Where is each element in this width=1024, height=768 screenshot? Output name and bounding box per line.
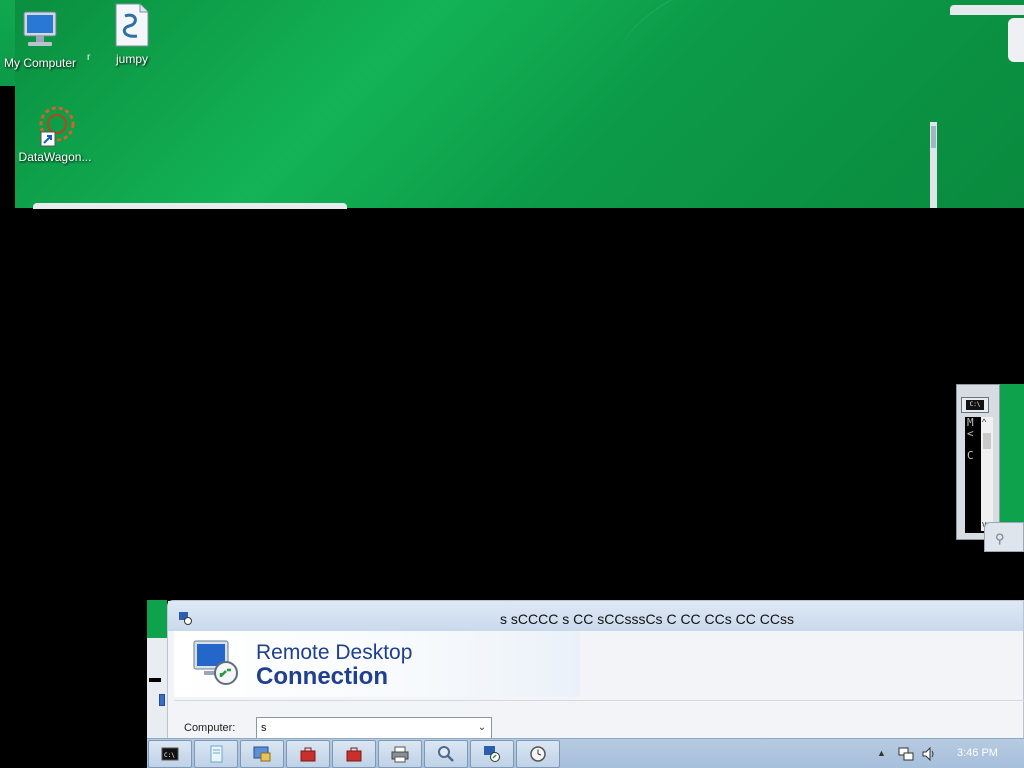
desktop-icon-label: DataWagon... [18, 150, 92, 164]
magnifier-window-fragment[interactable]: ⚲ [984, 522, 1024, 552]
computer-label: Computer: [184, 722, 236, 734]
window-fragment [950, 5, 1024, 15]
remote-desktop-icon [484, 746, 500, 762]
chevron-down-icon[interactable]: ⌄ [475, 720, 489, 736]
svg-text:C:\: C:\ [164, 752, 175, 759]
divider [174, 700, 1024, 701]
scrollbar-thumb[interactable] [931, 126, 936, 148]
toolbox-red-icon [300, 747, 316, 762]
desktop-icon-label: My Computer [3, 56, 77, 70]
window-title: s sCCCC s CC sCCsssCs C CC CCs CC CCss [500, 611, 794, 627]
fragment-button [159, 694, 165, 706]
scrollbar-fragment[interactable] [930, 122, 937, 208]
tray-expand-icon[interactable]: ▲ [877, 748, 886, 758]
cmd-icon: C:\ [161, 747, 179, 761]
brand-title-line2: Connection [256, 663, 388, 690]
datawagon-shortcut-icon [39, 106, 75, 147]
console-line: C [967, 449, 974, 462]
desktop-icon-datawagon[interactable]: DataWagon... [15, 104, 95, 164]
desktop-icon-label: jumpy [115, 52, 148, 66]
notepad-icon [210, 745, 223, 763]
volume-icon[interactable] [920, 745, 938, 763]
window-fragment [1008, 18, 1024, 62]
printer-icon [391, 746, 409, 763]
remote-desktop-logo-icon [193, 640, 238, 685]
console-titlebar-icon: C:\ [961, 397, 989, 413]
screen: My Computer r jumpy DataWagon... C:\ M < [0, 0, 1024, 768]
remote-desktop-icon [179, 612, 192, 625]
taskbar-clock[interactable]: 3:46 PM [957, 747, 998, 759]
taskbar: C:\ ▲ 3:46 PM [147, 738, 1024, 768]
remote-desktop-window[interactable]: s sCCCC s CC sCCsssCs C CC CCs CC CCss R… [167, 600, 1024, 740]
taskbar-button-remote-app[interactable] [240, 740, 284, 768]
taskbar-button-notepad[interactable] [194, 740, 238, 768]
scrollbar-thumb[interactable] [983, 433, 991, 449]
taskbar-button-cmd[interactable]: C:\ [148, 740, 192, 768]
computer-value: s [261, 722, 267, 734]
taskbar-button-printer[interactable] [378, 740, 422, 768]
remote-app-icon [253, 746, 271, 762]
fragment-mark [149, 678, 161, 682]
taskbar-button-magnifier[interactable] [424, 740, 468, 768]
console-scrollbar[interactable]: ^ v [981, 417, 993, 531]
cmd-icon: C:\ [966, 400, 984, 410]
toolbox-red-icon-2 [346, 747, 362, 762]
stray-mark: r [87, 52, 91, 63]
titlebar[interactable]: s sCCCC s CC sCCsssCs C CC CCs CC CCss [168, 601, 1023, 631]
network-icon[interactable] [897, 745, 915, 763]
taskbar-button-toolbox[interactable] [286, 740, 330, 768]
console-text: M < C [967, 417, 974, 461]
console-body[interactable]: M < C ^ v [965, 417, 993, 533]
brand-title-line1: Remote Desktop [256, 641, 413, 664]
clock-icon [530, 746, 546, 762]
rdc-banner: Remote Desktop Connection [174, 631, 580, 697]
computer-icon [23, 11, 57, 46]
console-window[interactable]: C:\ M < C ^ v [956, 384, 1000, 540]
desktop-icon-jumpy[interactable]: jumpy [92, 2, 172, 66]
window-fragment [33, 203, 347, 209]
magnifier-icon [438, 746, 454, 762]
script-file-icon [115, 3, 149, 47]
desktop-fragment [147, 600, 167, 638]
taskbar-button-toolbox-2[interactable] [332, 740, 376, 768]
scroll-up-icon[interactable]: ^ [982, 417, 986, 427]
taskbar-button-clock[interactable] [516, 740, 560, 768]
desktop-icon-my-computer[interactable]: My Computer [0, 8, 80, 70]
magnifier-icon: ⚲ [995, 531, 1005, 546]
computer-combobox[interactable]: s ⌄ [256, 717, 492, 739]
taskbar-button-remote-desktop[interactable] [470, 740, 514, 768]
